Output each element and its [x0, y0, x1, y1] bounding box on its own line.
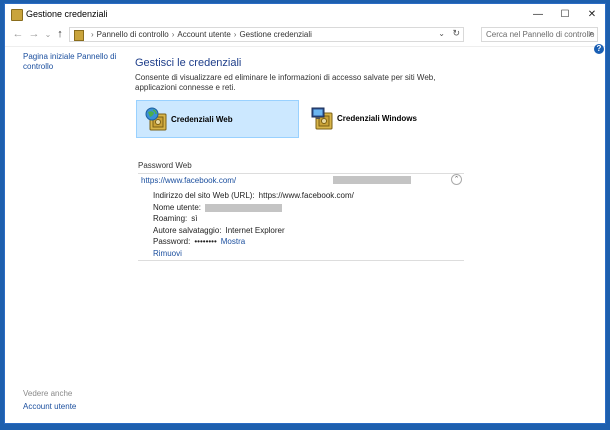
web-vault-icon [145, 107, 167, 131]
remove-credential-link[interactable]: Rimuovi [153, 249, 182, 258]
address-bar[interactable]: › Pannello di controllo › Account utente › Ge… [69, 27, 464, 42]
search-placeholder: Cerca nel Pannello di controllo [486, 30, 595, 39]
saved-by-value: Internet Explorer [225, 226, 285, 235]
username-label: Nome utente: [153, 203, 202, 212]
search-icon[interactable]: ⌕ [589, 28, 594, 39]
show-password-link[interactable]: Mostra [221, 237, 245, 246]
address-dropdown-icon[interactable]: ⌄ [438, 29, 445, 38]
detail-username: Nome utente: [153, 203, 283, 212]
site-url-label: Indirizzo del sito Web (URL): [153, 191, 255, 200]
back-arrow-icon[interactable]: ← [11, 28, 25, 40]
detail-site-url: Indirizzo del sito Web (URL): https://www… [153, 191, 354, 200]
up-arrow-icon[interactable]: ↑ [53, 28, 67, 40]
section-divider [138, 173, 464, 174]
breadcrumb-separator-icon: › [171, 30, 175, 39]
password-mask: •••••••• [194, 237, 217, 246]
section-title-web-passwords: Password Web [138, 161, 192, 170]
minimize-button[interactable]: — [525, 4, 551, 25]
page-title: Gestisci le credenziali [135, 57, 242, 69]
vault-app-icon [11, 9, 23, 21]
breadcrumb-credential-manager[interactable]: Gestione credenziali [239, 30, 311, 39]
user-accounts-link[interactable]: Account utente [23, 402, 76, 411]
credential-entry-url[interactable]: https://www.facebook.com/ [141, 176, 236, 185]
help-icon[interactable]: ? [594, 44, 604, 54]
detail-roaming: Roaming: sì [153, 214, 197, 223]
credential-manager-window: Gestione credenziali — ☐ ✕ ← → ⌄ ↑ › Pann… [4, 3, 606, 424]
breadcrumb-user-accounts[interactable]: Account utente [177, 30, 230, 39]
web-credentials-button[interactable]: Credenziali Web [136, 100, 299, 138]
control-panel-folder-icon [74, 30, 84, 41]
web-credentials-label: Credenziali Web [171, 115, 233, 124]
breadcrumb-separator-icon: › [91, 30, 94, 39]
title-bar: Gestione credenziali — ☐ ✕ [5, 4, 605, 25]
collapse-chevron-icon[interactable]: ⌃ [451, 174, 462, 185]
page-description: Consente di visualizzare ed eliminare le… [135, 73, 436, 92]
close-button[interactable]: ✕ [579, 4, 605, 25]
breadcrumb-control-panel[interactable]: Pannello di controllo [97, 30, 169, 39]
entry-divider [138, 260, 464, 261]
breadcrumb-separator-icon: › [233, 30, 237, 39]
saved-by-label: Autore salvataggio: [153, 226, 222, 235]
breadcrumb: › Pannello di controllo › Account utente › Ge… [88, 29, 312, 40]
forward-arrow-icon[interactable]: → [27, 28, 41, 40]
detail-password: Password: •••••••• Mostra [153, 237, 245, 246]
see-also-label: Vedere anche [23, 389, 73, 398]
windows-credentials-button[interactable]: Credenziali Windows [303, 100, 468, 138]
site-url-value: https://www.facebook.com/ [258, 191, 354, 200]
maximize-button[interactable]: ☐ [552, 4, 578, 25]
window-title: Gestione credenziali [26, 9, 108, 19]
detail-saved-by: Autore salvataggio: Internet Explorer [153, 226, 285, 235]
windows-credentials-label: Credenziali Windows [337, 114, 417, 123]
navigation-bar: ← → ⌄ ↑ › Pannello di controllo › Account u… [5, 25, 605, 47]
sidebar-home-link[interactable]: Pagina iniziale Pannello di controllo [23, 52, 123, 72]
redacted-username-header [333, 176, 411, 184]
roaming-label: Roaming: [153, 214, 188, 223]
refresh-icon[interactable]: ↻ [452, 28, 460, 39]
redacted-username-value [205, 203, 283, 212]
search-input[interactable]: Cerca nel Pannello di controllo ⌕ [481, 27, 598, 42]
roaming-value: sì [191, 214, 198, 223]
windows-vault-icon [311, 107, 333, 130]
password-label: Password: [153, 237, 191, 246]
